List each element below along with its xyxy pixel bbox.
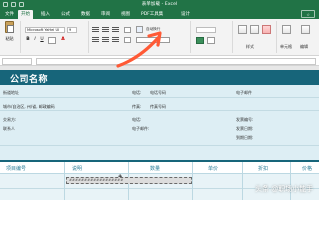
annotation-arrow <box>116 31 162 68</box>
watermark: 头条 @职场小能手 <box>255 185 314 193</box>
